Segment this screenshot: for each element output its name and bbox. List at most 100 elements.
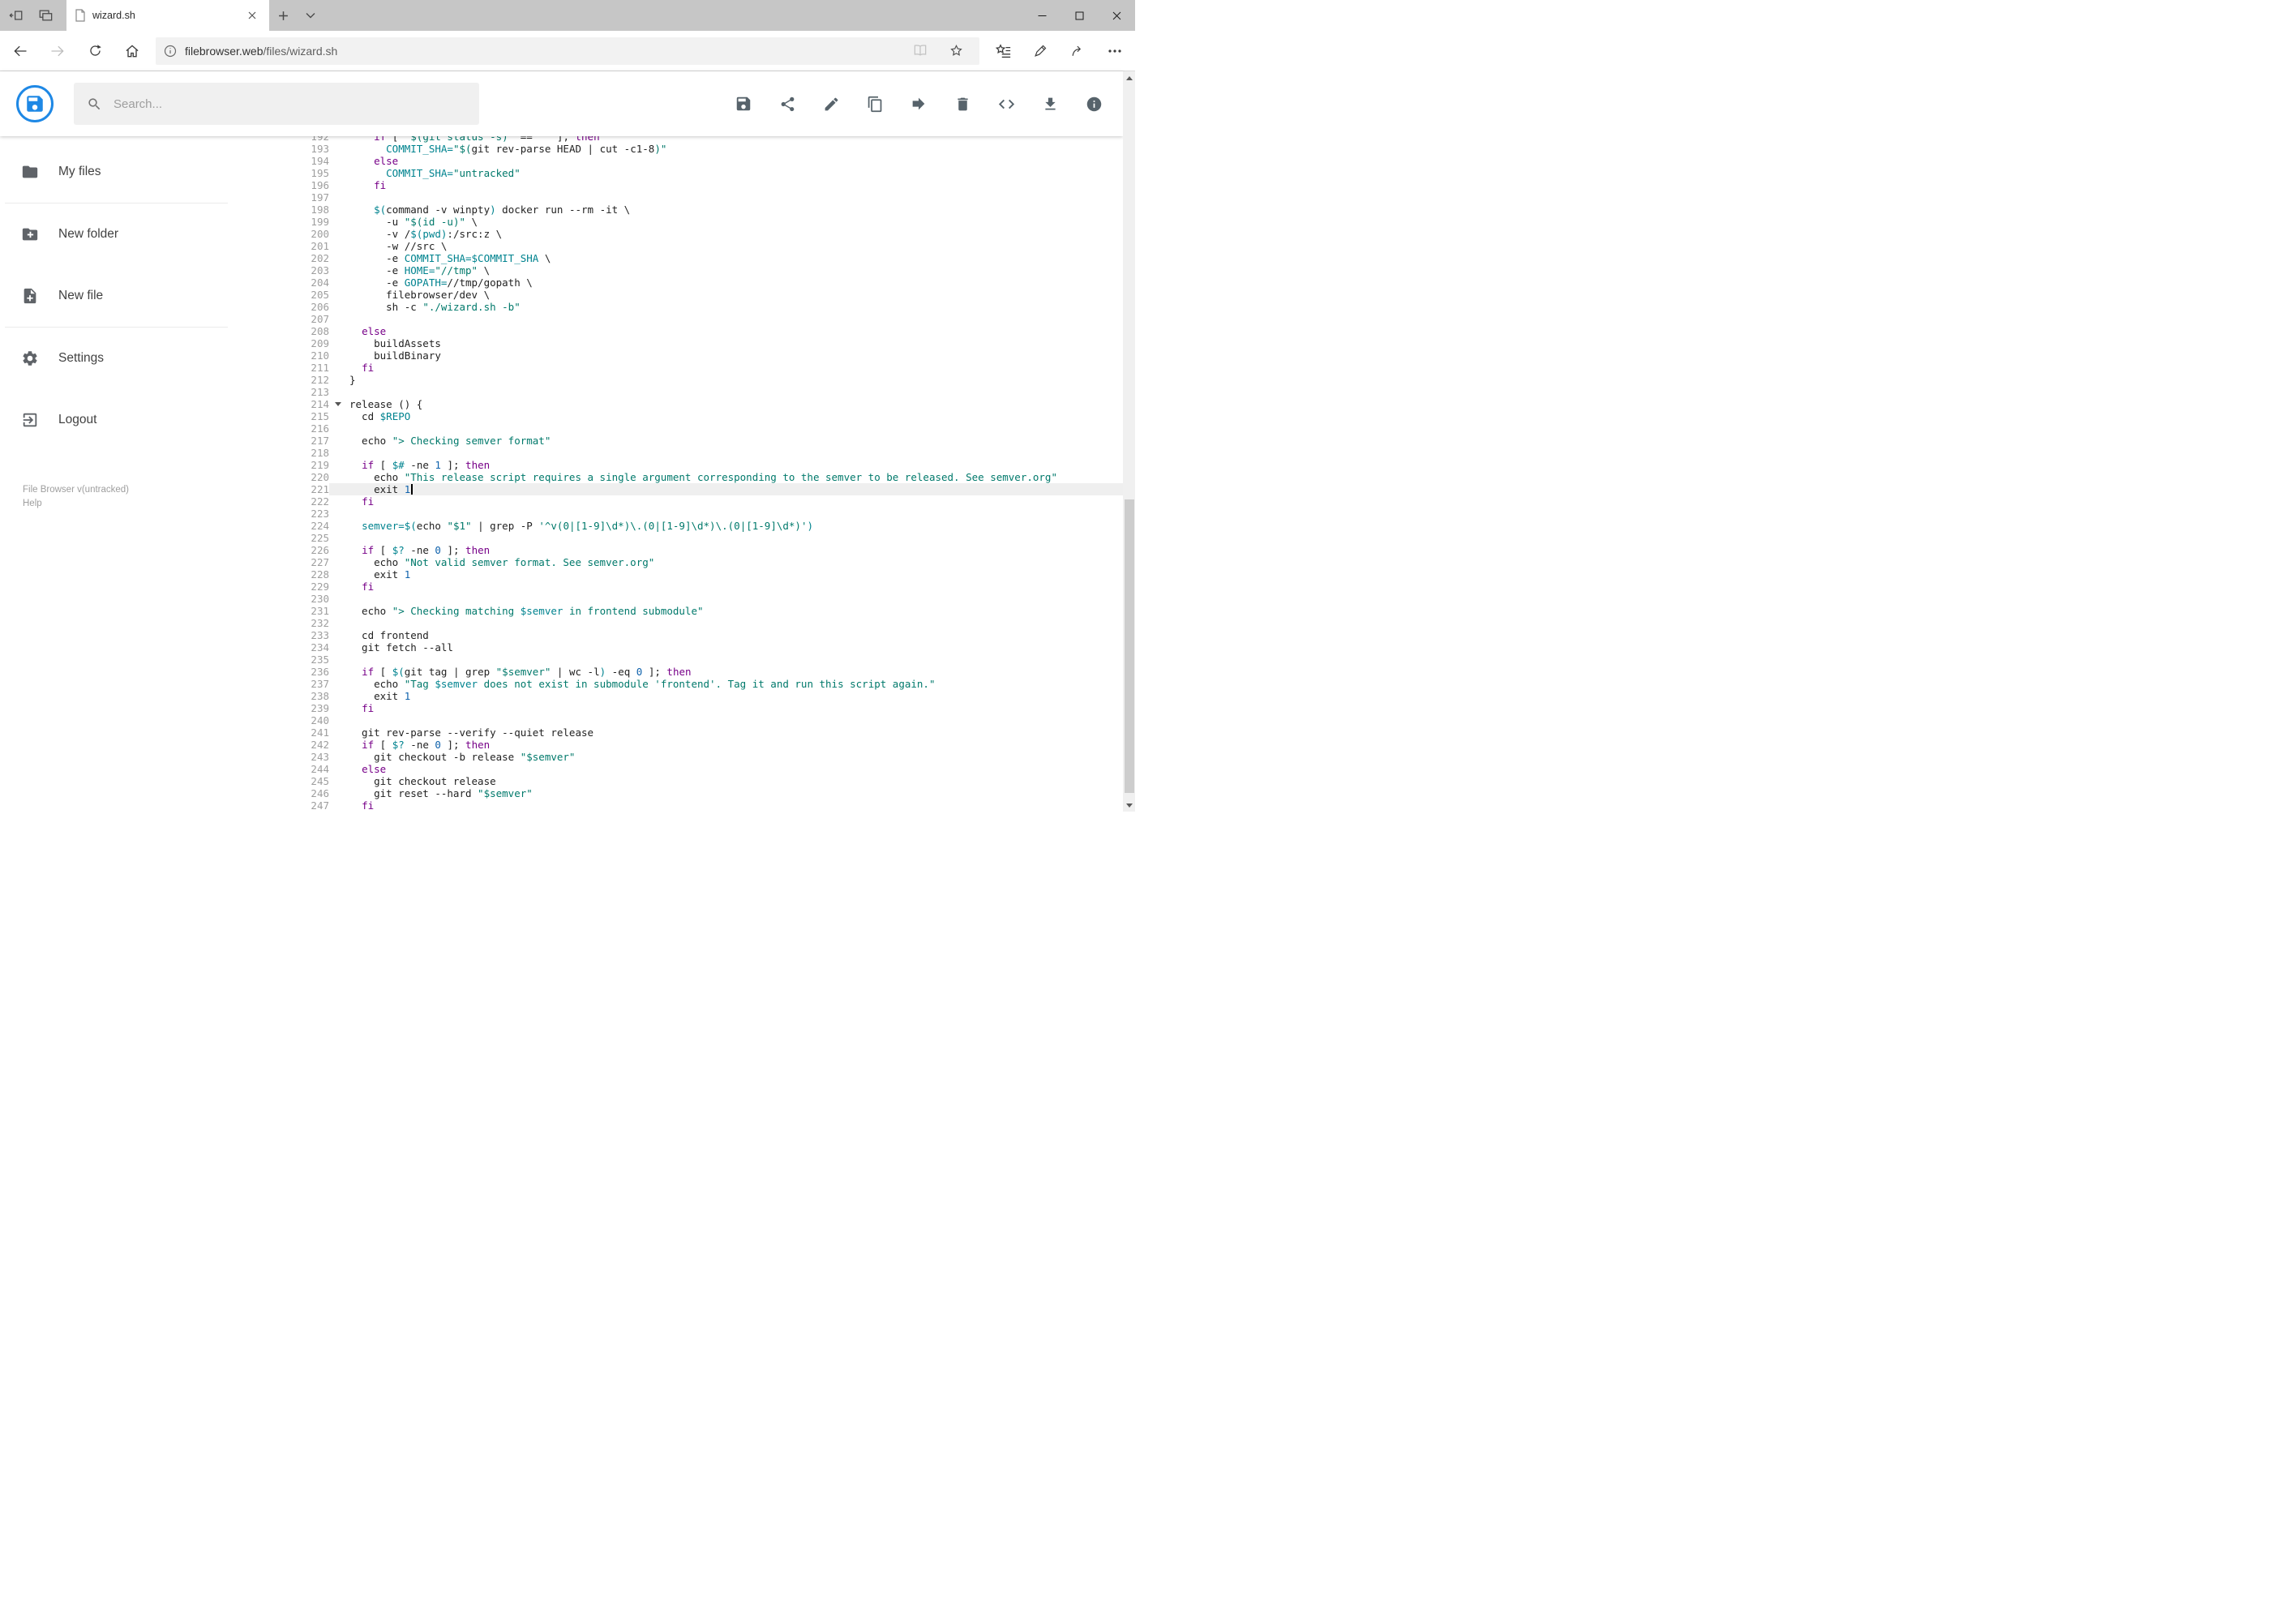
code-line[interactable]: 246 git reset --hard "$semver" [233, 787, 1123, 799]
code-line[interactable]: 211 fi [233, 362, 1123, 374]
sidebar-item-new-folder[interactable]: New folder [0, 204, 233, 265]
code-line[interactable]: 247 fi [233, 799, 1123, 812]
code-line[interactable]: 209 buildAssets [233, 337, 1123, 349]
refresh-icon[interactable] [76, 31, 114, 71]
maximize-button[interactable] [1061, 0, 1098, 31]
code-line[interactable]: 245 git checkout release [233, 775, 1123, 787]
browser-tab[interactable]: wizard.sh [66, 0, 269, 31]
fold-marker-icon[interactable] [335, 402, 341, 406]
code-line[interactable]: 233 cd frontend [233, 629, 1123, 641]
help-link[interactable]: Help [23, 497, 233, 511]
code-line[interactable]: 214 release () { [233, 398, 1123, 410]
code-line[interactable]: 200 -v /$(pwd):/src:z \ [233, 228, 1123, 240]
code-line[interactable]: 235 [233, 653, 1123, 666]
code-line[interactable]: 208 else [233, 325, 1123, 337]
code-line[interactable]: 222 fi [233, 495, 1123, 508]
search-input[interactable] [114, 96, 466, 111]
code-line[interactable]: 242 if [ $? -ne 0 ]; then [233, 739, 1123, 751]
code-line[interactable]: 205 filebrowser/dev \ [233, 289, 1123, 301]
move-button[interactable] [909, 94, 928, 114]
code-line[interactable]: 203 -e HOME="//tmp" \ [233, 264, 1123, 276]
page-scrollbar[interactable] [1123, 71, 1135, 812]
reading-view-icon[interactable] [905, 43, 936, 58]
edit-button[interactable] [821, 94, 841, 114]
code-line[interactable]: 244 else [233, 763, 1123, 775]
delete-button[interactable] [953, 94, 972, 114]
code-line[interactable]: 236 if [ $(git tag | grep "$semver" | wc… [233, 666, 1123, 678]
code-line[interactable]: 230 [233, 593, 1123, 605]
back-icon[interactable] [2, 31, 39, 71]
code-line[interactable]: 201 -w //src \ [233, 240, 1123, 252]
code-line[interactable]: 228 exit 1 [233, 568, 1123, 581]
save-button[interactable] [734, 94, 753, 114]
tab-close-icon[interactable] [243, 11, 261, 19]
code-line[interactable]: 238 exit 1 [233, 690, 1123, 702]
code-line[interactable]: 206 sh -c "./wizard.sh -b" [233, 301, 1123, 313]
code-editor[interactable]: 192 if [ "$(git status -s)" == "" ]; the… [233, 136, 1123, 812]
tab-list-chevron-icon[interactable] [297, 0, 324, 31]
scrollbar-thumb[interactable] [1124, 499, 1134, 793]
code-line[interactable]: 224 semver=$(echo "$1" | grep -P '^v(0|[… [233, 520, 1123, 532]
code-line[interactable]: 195 COMMIT_SHA="untracked" [233, 167, 1123, 179]
code-line[interactable]: 227 echo "Not valid semver format. See s… [233, 556, 1123, 568]
sidebar-item-logout[interactable]: Logout [0, 389, 233, 451]
hub-favorites-icon[interactable] [984, 31, 1022, 71]
code-line[interactable]: 197 [233, 191, 1123, 204]
code-line[interactable]: 193 COMMIT_SHA="$(git rev-parse HEAD | c… [233, 143, 1123, 155]
info-button[interactable] [1084, 94, 1103, 114]
code-line[interactable]: 204 -e GOPATH=//tmp/gopath \ [233, 276, 1123, 289]
new-tab-button[interactable] [269, 0, 297, 31]
code-line[interactable]: 216 [233, 422, 1123, 435]
sidebar-item-new-file[interactable]: New file [0, 265, 233, 327]
code-line[interactable]: 239 fi [233, 702, 1123, 714]
code-line[interactable]: 220 echo "This release script requires a… [233, 471, 1123, 483]
code-line[interactable]: 194 else [233, 155, 1123, 167]
minimize-button[interactable] [1023, 0, 1061, 31]
code-line[interactable]: 192 if [ "$(git status -s)" == "" ]; the… [233, 136, 1123, 143]
web-note-pen-icon[interactable] [1022, 31, 1059, 71]
share-button[interactable] [778, 94, 797, 114]
code-line[interactable]: 207 [233, 313, 1123, 325]
sidebar-item-my-files[interactable]: My files [0, 141, 233, 203]
code-line[interactable]: 241 git rev-parse --verify --quiet relea… [233, 726, 1123, 739]
code-line[interactable]: 223 [233, 508, 1123, 520]
scroll-up-icon[interactable] [1123, 71, 1135, 84]
app-version-link[interactable]: File Browser v(untracked) [23, 483, 233, 497]
code-line[interactable]: 202 -e COMMIT_SHA=$COMMIT_SHA \ [233, 252, 1123, 264]
code-line[interactable]: 231 echo "> Checking matching $semver in… [233, 605, 1123, 617]
download-button[interactable] [1040, 94, 1060, 114]
code-line[interactable]: 240 [233, 714, 1123, 726]
code-line[interactable]: 218 [233, 447, 1123, 459]
close-button[interactable] [1098, 0, 1135, 31]
code-line[interactable]: 219 if [ $# -ne 1 ]; then [233, 459, 1123, 471]
search-box[interactable] [74, 83, 479, 125]
filebrowser-logo[interactable] [16, 85, 54, 122]
sidebar-item-settings[interactable]: Settings [0, 328, 233, 389]
code-line[interactable]: 217 echo "> Checking semver format" [233, 435, 1123, 447]
code-line[interactable]: 243 git checkout -b release "$semver" [233, 751, 1123, 763]
tabs-set-aside-icon[interactable] [8, 7, 24, 24]
site-info-icon[interactable] [164, 45, 177, 58]
code-line[interactable]: 212} [233, 374, 1123, 386]
code-view-button[interactable] [996, 94, 1016, 114]
home-icon[interactable] [114, 31, 151, 71]
favorite-star-icon[interactable] [941, 43, 971, 58]
code-line[interactable]: 225 [233, 532, 1123, 544]
copy-button[interactable] [865, 94, 885, 114]
code-line[interactable]: 237 echo "Tag $semver does not exist in … [233, 678, 1123, 690]
more-menu-icon[interactable] [1096, 31, 1133, 71]
code-line[interactable]: 229 fi [233, 581, 1123, 593]
address-bar[interactable]: filebrowser.web/files/wizard.sh [156, 36, 979, 65]
code-line[interactable]: 198 $(command -v winpty) docker run --rm… [233, 204, 1123, 216]
code-line[interactable]: 232 [233, 617, 1123, 629]
code-line[interactable]: 210 buildBinary [233, 349, 1123, 362]
code-line[interactable]: 234 git fetch --all [233, 641, 1123, 653]
tab-preview-icon[interactable] [37, 7, 54, 24]
code-line[interactable]: 215 cd $REPO [233, 410, 1123, 422]
code-line[interactable]: 196 fi [233, 179, 1123, 191]
share-page-icon[interactable] [1059, 31, 1096, 71]
code-line[interactable]: 199 -u "$(id -u)" \ [233, 216, 1123, 228]
code-line[interactable]: 221 exit 1 [233, 483, 1123, 495]
scroll-down-icon[interactable] [1123, 799, 1135, 812]
forward-icon[interactable] [39, 31, 76, 71]
